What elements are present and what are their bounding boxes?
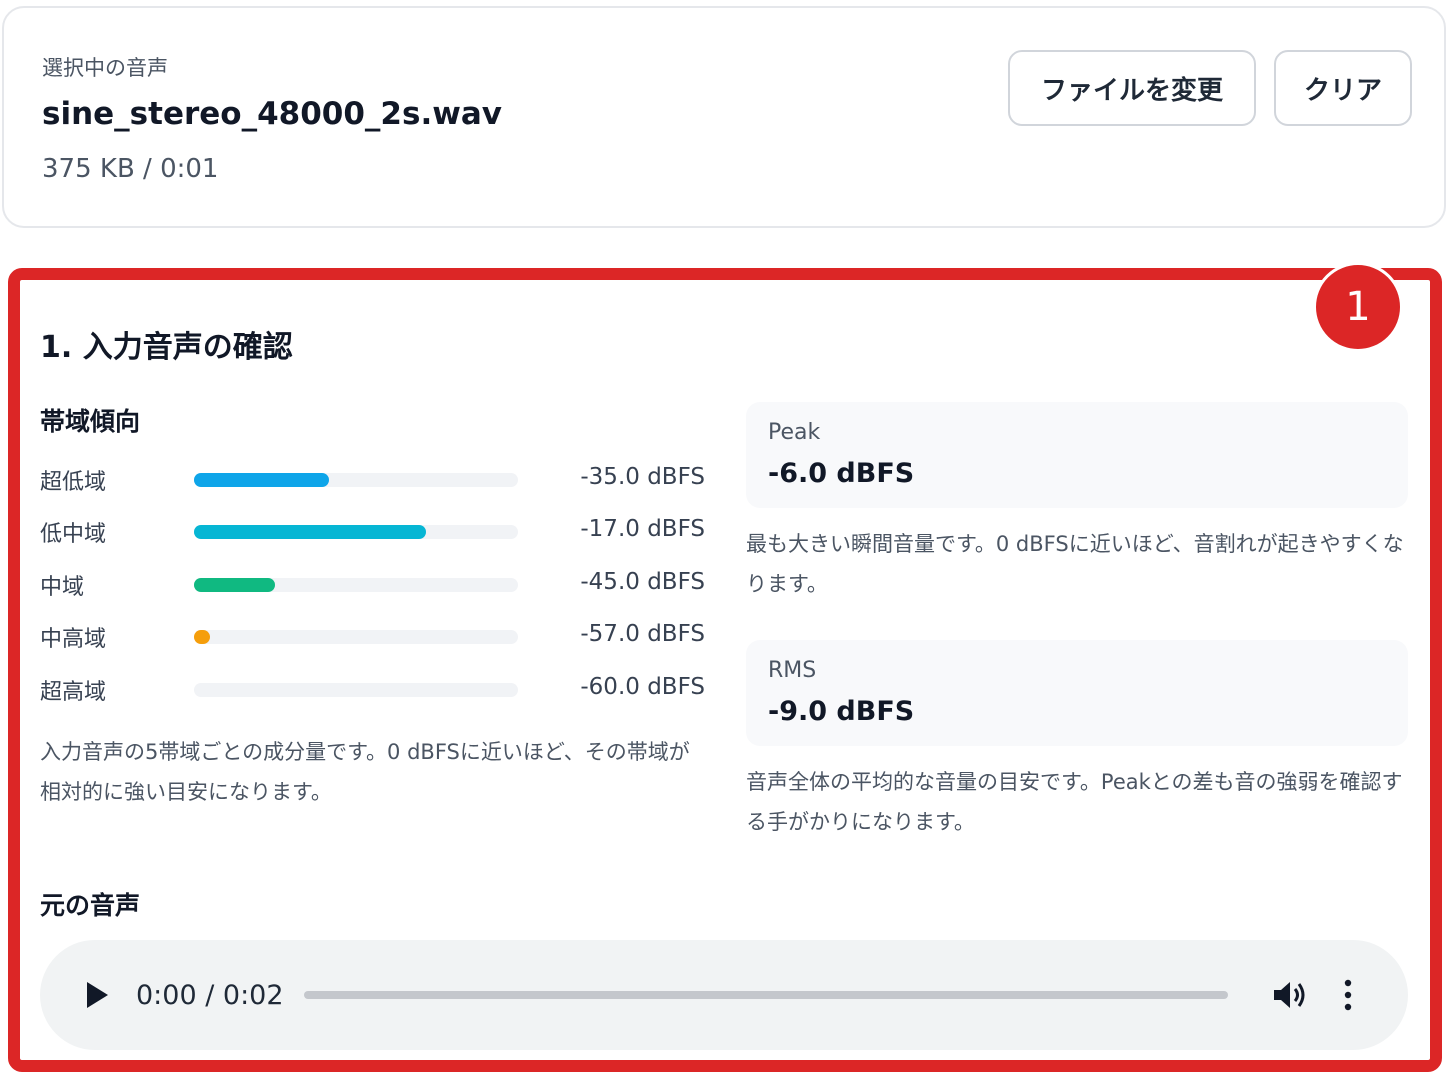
band-label: 中高域 — [40, 627, 107, 652]
band-trend-title: 帯域傾向 — [40, 407, 141, 436]
volume-icon[interactable] — [1272, 978, 1308, 1012]
peak-value: -6.0 dBFS — [768, 458, 915, 489]
peak-description: 最も大きい瞬間音量です。0 dBFSに近いほど、音割れが起きやすくなります。 — [746, 532, 1404, 596]
file-name: sine_stereo_48000_2s.wav — [42, 96, 502, 132]
step-badge: 1 — [1313, 262, 1403, 352]
player-time: 0:00 / 0:02 — [136, 980, 284, 1011]
peak-label: Peak — [768, 420, 821, 445]
band-label: 中域 — [40, 575, 85, 600]
original-audio-title: 元の音声 — [40, 891, 141, 920]
band-meter-track — [194, 630, 518, 644]
band-value: -45.0 dBFS — [580, 569, 705, 595]
band-label: 超高域 — [40, 680, 107, 705]
rms-metric-box: RMS -9.0 dBFS — [746, 640, 1408, 746]
play-icon[interactable] — [84, 980, 110, 1010]
band-meter-fill — [194, 578, 275, 592]
band-row: 超高域 -60.0 dBFS — [40, 670, 705, 710]
rms-value: -9.0 dBFS — [768, 696, 915, 727]
band-value: -60.0 dBFS — [580, 674, 705, 700]
selected-file-card: 選択中の音声 sine_stereo_48000_2s.wav 375 KB /… — [2, 6, 1446, 228]
band-row: 中高域 -57.0 dBFS — [40, 617, 705, 657]
band-meter-fill — [194, 525, 427, 539]
rms-label: RMS — [768, 658, 817, 683]
seek-bar[interactable] — [304, 991, 1228, 999]
band-meter-track — [194, 473, 518, 487]
band-description: 入力音声の5帯域ごとの成分量です。0 dBFSに近いほど、その帯域が相対的に強い… — [40, 740, 690, 804]
section-title: 1. 入力音声の確認 — [40, 330, 293, 365]
more-options-icon[interactable] — [1342, 978, 1354, 1012]
rms-description: 音声全体の平均的な音量の目安です。Peakとの差も音の強弱を確認する手がかりにな… — [746, 770, 1403, 834]
band-row: 超低域 -35.0 dBFS — [40, 460, 705, 500]
clear-button[interactable]: クリア — [1274, 50, 1412, 126]
band-meter-track — [194, 578, 518, 592]
band-meter-track — [194, 683, 518, 697]
selected-file-label: 選択中の音声 — [42, 56, 168, 80]
band-value: -35.0 dBFS — [580, 464, 705, 490]
audio-player: 0:00 / 0:02 — [40, 940, 1408, 1050]
peak-metric-box: Peak -6.0 dBFS — [746, 402, 1408, 508]
band-row: 低中域 -17.0 dBFS — [40, 512, 705, 552]
band-label: 超低域 — [40, 470, 107, 495]
band-meter-fill — [194, 630, 211, 644]
change-file-button[interactable]: ファイルを変更 — [1008, 50, 1256, 126]
band-value: -17.0 dBFS — [580, 516, 705, 542]
band-label: 低中域 — [40, 522, 107, 547]
file-meta: 375 KB / 0:01 — [42, 154, 219, 184]
band-value: -57.0 dBFS — [580, 621, 705, 647]
band-meter-track — [194, 525, 518, 539]
band-row: 中域 -45.0 dBFS — [40, 565, 705, 605]
band-meter-fill — [194, 473, 330, 487]
